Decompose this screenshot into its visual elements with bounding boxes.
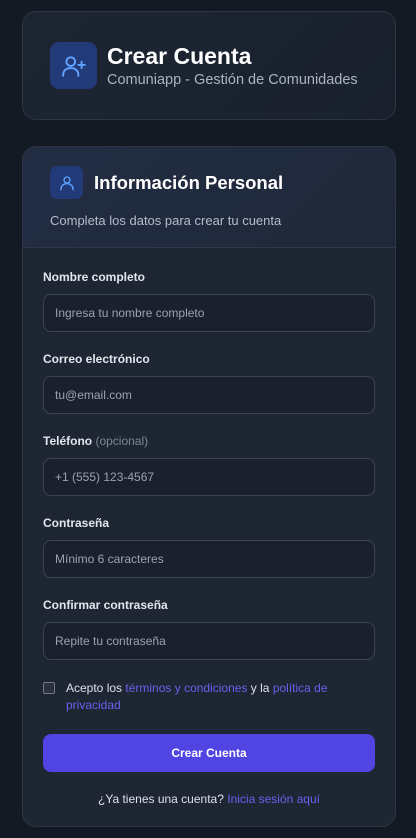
user-icon	[50, 166, 83, 199]
section-description: Completa los datos para crear tu cuenta	[50, 213, 282, 228]
phone-label: Teléfono (opcional)	[43, 434, 375, 450]
password-field-group: Contraseña	[43, 516, 375, 578]
page-title: Crear Cuenta	[107, 43, 252, 69]
optional-hint: (opcional)	[95, 434, 149, 448]
email-input[interactable]	[43, 376, 375, 414]
terms-middle: y la	[250, 681, 270, 695]
create-account-button[interactable]: Crear Cuenta	[43, 734, 375, 772]
password-label: Contraseña	[43, 516, 110, 530]
header-text: Crear Cuenta Comuniapp - Gestión de Comu…	[107, 43, 358, 88]
page-subtitle: Comuniapp - Gestión de Comunidades	[107, 72, 358, 88]
terms-row: Acepto los términos y condiciones y la p…	[43, 680, 375, 714]
email-field-group: Correo electrónico	[43, 352, 375, 414]
phone-label-text: Teléfono	[43, 434, 93, 448]
terms-checkbox[interactable]	[43, 682, 55, 694]
name-field-group: Nombre completo	[43, 270, 375, 332]
form-body: Nombre completo Correo electrónico Teléf…	[23, 248, 395, 806]
password-input[interactable]	[43, 540, 375, 578]
email-label: Correo electrónico	[43, 352, 150, 366]
user-plus-icon	[50, 42, 97, 89]
login-link[interactable]: Inicia sesión aquí	[227, 792, 320, 806]
page: Crear Cuenta Comuniapp - Gestión de Comu…	[0, 0, 416, 838]
name-label: Nombre completo	[43, 270, 146, 284]
terms-prefix: Acepto los	[66, 681, 123, 695]
confirm-password-input[interactable]	[43, 622, 375, 660]
login-prompt: ¿Ya tienes una cuenta?	[98, 792, 224, 806]
name-input[interactable]	[43, 294, 375, 332]
phone-input[interactable]	[43, 458, 375, 496]
terms-link[interactable]: términos y condiciones	[125, 681, 247, 695]
registration-form: Información Personal Completa los datos …	[22, 146, 396, 827]
terms-text: Acepto los términos y condiciones y la p…	[66, 680, 336, 714]
section-title: Información Personal	[94, 171, 284, 193]
confirm-password-field-group: Confirmar contraseña	[43, 598, 375, 660]
login-prompt-row: ¿Ya tienes una cuenta? Inicia sesión aqu…	[43, 792, 375, 806]
header-card: Crear Cuenta Comuniapp - Gestión de Comu…	[22, 11, 396, 120]
form-header: Información Personal Completa los datos …	[23, 147, 395, 248]
phone-field-group: Teléfono (opcional)	[43, 434, 375, 496]
confirm-password-label: Confirmar contraseña	[43, 598, 168, 612]
